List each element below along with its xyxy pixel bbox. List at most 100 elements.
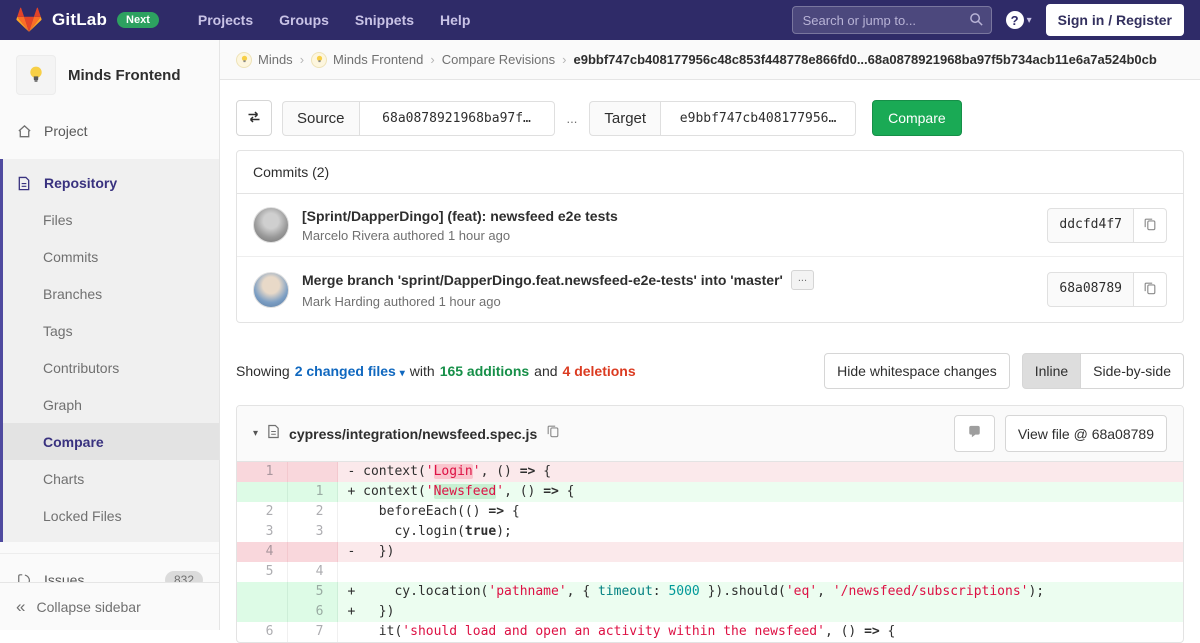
breadcrumb: Minds › Minds Frontend › Compare Revisio… bbox=[220, 40, 1200, 80]
commit-sha[interactable]: 68a08789 bbox=[1047, 272, 1134, 307]
sidebar-item-compare[interactable]: Compare bbox=[3, 423, 219, 460]
file-path[interactable]: cypress/integration/newsfeed.spec.js bbox=[289, 426, 537, 442]
old-line-number[interactable]: 1 bbox=[237, 462, 287, 482]
commit-sha[interactable]: ddcfd4f7 bbox=[1047, 208, 1134, 243]
diff-row: 22 beforeEach(() => { bbox=[237, 502, 1183, 522]
compare-form: Source ... Target Compare bbox=[236, 100, 1184, 136]
comment-icon bbox=[967, 426, 982, 442]
old-line-number[interactable]: 2 bbox=[237, 502, 287, 522]
compare-button[interactable]: Compare bbox=[872, 100, 962, 136]
breadcrumb-item-minds[interactable]: Minds bbox=[236, 52, 293, 68]
source-label: Source bbox=[282, 101, 359, 136]
range-separator: ... bbox=[565, 111, 580, 126]
target-input[interactable] bbox=[660, 101, 856, 136]
source-input[interactable] bbox=[359, 101, 555, 136]
inline-view-button[interactable]: Inline bbox=[1022, 353, 1081, 389]
copy-sha-button[interactable] bbox=[1134, 272, 1167, 307]
code-line: it('should load and open an activity wit… bbox=[337, 622, 1183, 642]
commit-description-expander[interactable]: ... bbox=[791, 270, 814, 290]
sidebar-item-repository[interactable]: Repository bbox=[3, 165, 219, 201]
group-avatar-icon bbox=[236, 52, 252, 68]
copy-file-path-icon[interactable] bbox=[546, 424, 560, 443]
code-line: + context('Newsfeed', () => { bbox=[337, 482, 1183, 502]
new-line-number[interactable]: 3 bbox=[287, 522, 337, 542]
help-icon: ? bbox=[1006, 11, 1024, 29]
commits-header: Commits (2) bbox=[237, 151, 1183, 194]
double-chevron-left-icon: « bbox=[16, 598, 25, 615]
sidebar-item-locked-files[interactable]: Locked Files bbox=[3, 497, 219, 534]
nav-links: ProjectsGroupsSnippetsHelp bbox=[185, 12, 484, 28]
search-input[interactable] bbox=[792, 6, 992, 34]
breadcrumb-item-compare-revisions[interactable]: Compare Revisions bbox=[442, 52, 555, 67]
sidebar-item-label: Project bbox=[44, 123, 88, 139]
changed-files-dropdown[interactable]: 2 changed files ▾ bbox=[295, 363, 405, 379]
breadcrumb-label: Minds Frontend bbox=[333, 52, 423, 67]
project-header[interactable]: Minds Frontend bbox=[0, 40, 219, 113]
new-line-number[interactable]: 7 bbox=[287, 622, 337, 642]
chevron-down-icon: ▾ bbox=[1027, 15, 1032, 26]
old-line-number[interactable] bbox=[237, 602, 287, 622]
commit-title[interactable]: Merge branch 'sprint/DapperDingo.feat.ne… bbox=[302, 272, 783, 288]
old-line-number[interactable]: 5 bbox=[237, 562, 287, 582]
brand-title[interactable]: GitLab bbox=[52, 10, 107, 30]
project-avatar-icon bbox=[16, 55, 56, 95]
new-line-number[interactable]: 5 bbox=[287, 582, 337, 602]
sidebar-item-graph[interactable]: Graph bbox=[3, 386, 219, 423]
sidebar: Minds Frontend Project Repository FilesC… bbox=[0, 40, 220, 630]
swap-revisions-button[interactable] bbox=[236, 100, 272, 136]
signin-register-button[interactable]: Sign in / Register bbox=[1046, 4, 1184, 36]
nav-link-projects[interactable]: Projects bbox=[185, 12, 266, 28]
deletions-count: 4 deletions bbox=[563, 363, 636, 379]
breadcrumb-label: Compare Revisions bbox=[442, 52, 555, 67]
search-icon[interactable] bbox=[969, 12, 984, 32]
copy-icon bbox=[1143, 217, 1157, 234]
diff-row: 4- }) bbox=[237, 542, 1183, 562]
new-line-number[interactable] bbox=[287, 542, 337, 562]
avatar bbox=[253, 272, 289, 308]
sidebar-item-contributors[interactable]: Contributors bbox=[3, 349, 219, 386]
view-file-button[interactable]: View file @ 68a08789 bbox=[1005, 415, 1167, 452]
sidebar-item-project[interactable]: Project bbox=[0, 113, 219, 149]
collapse-file-icon[interactable]: ▾ bbox=[253, 428, 258, 439]
old-line-number[interactable] bbox=[237, 582, 287, 602]
commit-title[interactable]: [Sprint/DapperDingo] (feat): newsfeed e2… bbox=[302, 208, 618, 224]
hide-whitespace-button[interactable]: Hide whitespace changes bbox=[824, 353, 1010, 389]
nav-link-snippets[interactable]: Snippets bbox=[342, 12, 427, 28]
help-menu[interactable]: ? ▾ bbox=[1006, 11, 1032, 29]
sidebar-item-branches[interactable]: Branches bbox=[3, 275, 219, 312]
sidebar-item-tags[interactable]: Tags bbox=[3, 312, 219, 349]
commits-list: [Sprint/DapperDingo] (feat): newsfeed e2… bbox=[237, 194, 1183, 322]
nav-link-help[interactable]: Help bbox=[427, 12, 483, 28]
project-avatar-icon bbox=[311, 52, 327, 68]
toggle-comments-button[interactable] bbox=[954, 415, 995, 452]
breadcrumb-current-sha: e9bbf747cb408177956c48c853f448778e866fd0… bbox=[573, 52, 1156, 67]
breadcrumb-item-minds-frontend[interactable]: Minds Frontend bbox=[311, 52, 423, 68]
old-line-number[interactable]: 3 bbox=[237, 522, 287, 542]
new-line-number[interactable]: 4 bbox=[287, 562, 337, 582]
gitlab-logo-icon[interactable] bbox=[16, 7, 42, 33]
collapse-sidebar-button[interactable]: « Collapse sidebar bbox=[0, 582, 219, 630]
sidebar-item-charts[interactable]: Charts bbox=[3, 460, 219, 497]
copy-sha-button[interactable] bbox=[1134, 208, 1167, 243]
sidebar-item-files[interactable]: Files bbox=[3, 201, 219, 238]
nav-link-groups[interactable]: Groups bbox=[266, 12, 342, 28]
commits-panel: Commits (2) [Sprint/DapperDingo] (feat):… bbox=[236, 150, 1184, 323]
home-icon bbox=[16, 124, 32, 139]
code-line: cy.login(true); bbox=[337, 522, 1183, 542]
old-line-number[interactable] bbox=[237, 482, 287, 502]
diff-row: 1- context('Login', () => { bbox=[237, 462, 1183, 482]
breadcrumb-separator: › bbox=[430, 52, 434, 67]
new-line-number[interactable]: 2 bbox=[287, 502, 337, 522]
new-line-number[interactable]: 6 bbox=[287, 602, 337, 622]
old-line-number[interactable]: 4 bbox=[237, 542, 287, 562]
new-line-number[interactable]: 1 bbox=[287, 482, 337, 502]
old-line-number[interactable]: 6 bbox=[237, 622, 287, 642]
changed-files-label: 2 changed files bbox=[295, 363, 396, 379]
copy-icon bbox=[1143, 281, 1157, 298]
side-by-side-view-button[interactable]: Side-by-side bbox=[1081, 353, 1184, 389]
with-label: with bbox=[410, 363, 435, 379]
commit-row: Merge branch 'sprint/DapperDingo.feat.ne… bbox=[237, 256, 1183, 322]
new-line-number[interactable] bbox=[287, 462, 337, 482]
sidebar-item-commits[interactable]: Commits bbox=[3, 238, 219, 275]
target-field-group: Target bbox=[589, 101, 856, 136]
